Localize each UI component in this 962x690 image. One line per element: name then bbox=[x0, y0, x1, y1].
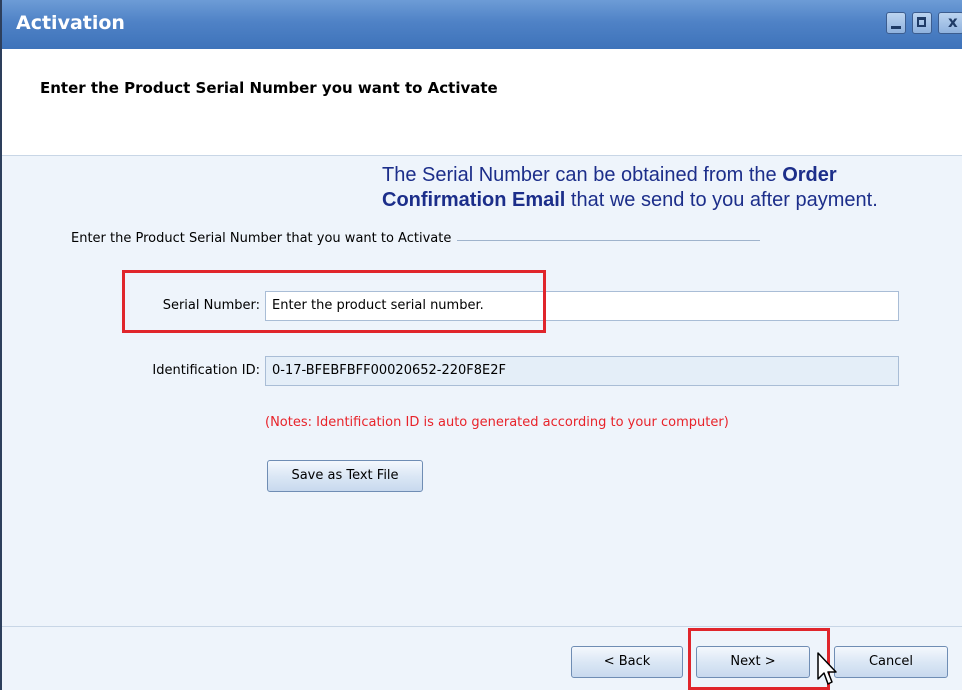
close-icon[interactable] bbox=[938, 12, 962, 34]
header-area: Enter the Product Serial Number you want… bbox=[2, 49, 962, 156]
serial-number-input[interactable]: Enter the product serial number. bbox=[265, 291, 899, 321]
back-button[interactable]: < Back bbox=[571, 646, 683, 678]
footer-divider bbox=[2, 626, 962, 627]
serial-number-label: Serial Number: bbox=[162, 298, 260, 313]
info-text-end: that we send to you after payment. bbox=[565, 189, 878, 211]
group-label: Enter the Product Serial Number that you… bbox=[71, 231, 458, 246]
info-text: The Serial Number can be obtained from t… bbox=[382, 163, 957, 213]
next-button[interactable]: Next > bbox=[696, 646, 810, 678]
maximize-icon[interactable] bbox=[912, 12, 932, 34]
save-as-text-file-button[interactable]: Save as Text File bbox=[267, 460, 423, 492]
cancel-button[interactable]: Cancel bbox=[834, 646, 948, 678]
activation-window: Activation Enter the Product Serial Numb… bbox=[0, 0, 962, 690]
notes-text: (Notes: Identification ID is auto genera… bbox=[265, 415, 729, 430]
info-text-start: The Serial Number can be obtained from t… bbox=[382, 164, 783, 186]
mouse-pointer-icon bbox=[817, 652, 837, 685]
minimize-icon[interactable] bbox=[886, 12, 906, 34]
page-title: Enter the Product Serial Number you want… bbox=[40, 79, 498, 97]
window-title: Activation bbox=[16, 12, 125, 34]
content-area bbox=[2, 156, 962, 626]
identification-id-label: Identification ID: bbox=[152, 363, 260, 378]
title-bar[interactable]: Activation bbox=[2, 0, 962, 49]
identification-id-field[interactable]: 0-17-BFEBFBFF00020652-220F8E2F bbox=[265, 356, 899, 386]
